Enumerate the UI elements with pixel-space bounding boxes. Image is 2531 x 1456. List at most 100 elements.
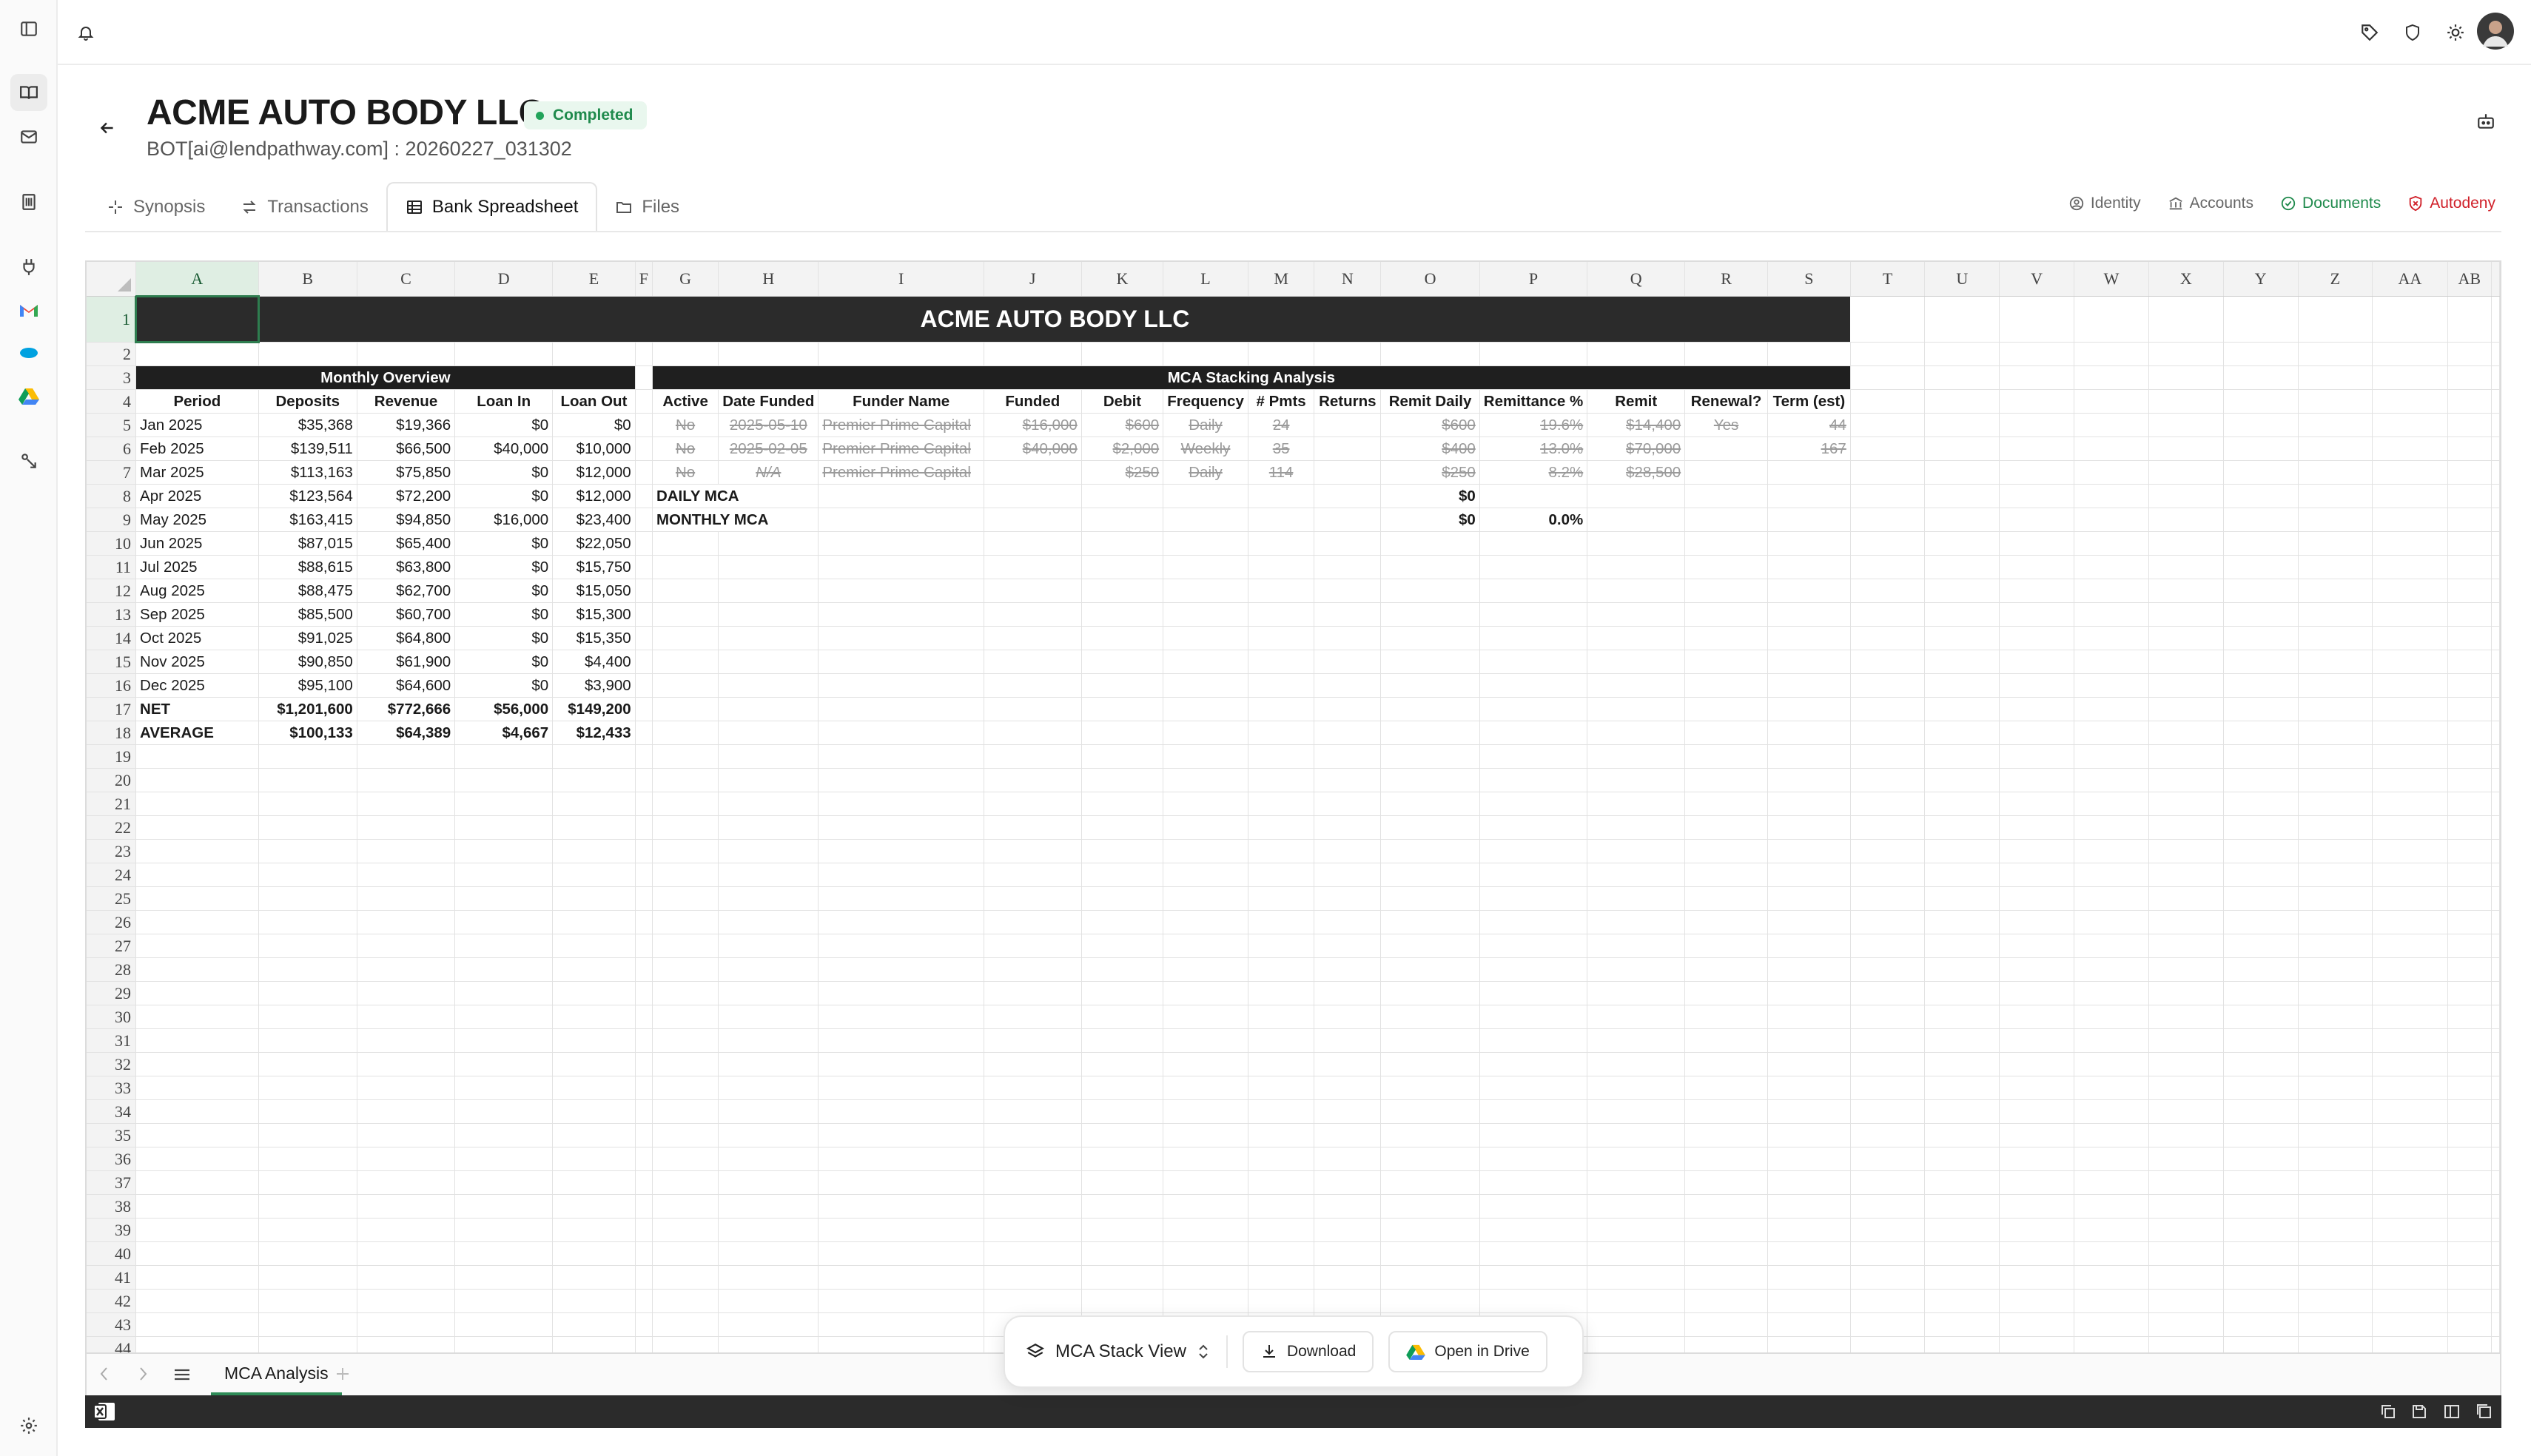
cell[interactable] bbox=[552, 1052, 636, 1076]
cell[interactable] bbox=[454, 744, 554, 769]
cell[interactable] bbox=[1850, 792, 1926, 816]
cell[interactable] bbox=[818, 839, 984, 863]
cell[interactable] bbox=[652, 815, 719, 840]
cell[interactable] bbox=[135, 1123, 259, 1147]
table-cell[interactable]: $64,800 bbox=[356, 625, 456, 650]
cell[interactable] bbox=[2148, 721, 2224, 745]
cell[interactable] bbox=[1924, 792, 2000, 816]
mca-cell[interactable] bbox=[818, 483, 984, 508]
mca-cell[interactable] bbox=[1314, 507, 1382, 532]
cell[interactable] bbox=[2148, 1218, 2224, 1242]
mca-cell[interactable] bbox=[1247, 507, 1315, 532]
cell[interactable] bbox=[1380, 1123, 1480, 1147]
cell[interactable] bbox=[258, 1170, 357, 1195]
cell[interactable] bbox=[1850, 1170, 1926, 1195]
table-cell[interactable]: $87,015 bbox=[258, 530, 357, 556]
cell[interactable] bbox=[718, 1336, 819, 1352]
row-header[interactable]: 40 bbox=[87, 1241, 137, 1266]
table-cell[interactable]: $90,850 bbox=[258, 649, 357, 674]
cell[interactable] bbox=[1850, 413, 1926, 437]
table-cell[interactable]: $88,615 bbox=[258, 554, 357, 579]
layout-icon[interactable] bbox=[2443, 1403, 2461, 1420]
accounts-link[interactable]: Accounts bbox=[2168, 195, 2253, 212]
cell[interactable] bbox=[2148, 863, 2224, 887]
cell[interactable] bbox=[1163, 1218, 1248, 1242]
cell[interactable] bbox=[454, 1052, 554, 1076]
cell[interactable] bbox=[818, 1194, 984, 1219]
cell[interactable] bbox=[2298, 1194, 2373, 1219]
cell[interactable] bbox=[1684, 1147, 1768, 1171]
cell[interactable] bbox=[635, 744, 653, 769]
cell[interactable] bbox=[1924, 508, 2000, 532]
cell[interactable] bbox=[552, 1099, 636, 1124]
cell[interactable] bbox=[635, 1289, 653, 1313]
cell[interactable] bbox=[1248, 673, 1315, 698]
table-header[interactable]: Revenue bbox=[356, 388, 456, 414]
cell[interactable] bbox=[357, 815, 456, 840]
cell[interactable] bbox=[984, 1028, 1082, 1053]
cell[interactable] bbox=[818, 1005, 984, 1029]
cell[interactable] bbox=[2447, 721, 2493, 745]
cell[interactable] bbox=[2074, 365, 2149, 390]
table-cell[interactable]: $94,850 bbox=[356, 507, 456, 532]
book-icon[interactable] bbox=[10, 74, 47, 111]
cell[interactable] bbox=[1767, 1218, 1851, 1242]
table-cell[interactable]: $15,350 bbox=[552, 625, 636, 650]
cell[interactable] bbox=[984, 863, 1082, 887]
cell[interactable] bbox=[1587, 1312, 1686, 1337]
cell[interactable] bbox=[2491, 768, 2500, 792]
cell[interactable] bbox=[2372, 1099, 2448, 1124]
cell[interactable] bbox=[2447, 1170, 2493, 1195]
cell[interactable] bbox=[635, 342, 653, 366]
cell[interactable] bbox=[357, 768, 456, 792]
cell[interactable] bbox=[2447, 1218, 2493, 1242]
cell[interactable] bbox=[718, 1147, 819, 1171]
row-header[interactable]: 35 bbox=[87, 1123, 137, 1147]
cell[interactable] bbox=[2223, 437, 2299, 461]
mca-cell[interactable]: Daily bbox=[1163, 412, 1248, 437]
cell[interactable] bbox=[2074, 768, 2149, 792]
row-header[interactable]: 22 bbox=[87, 815, 137, 840]
cell[interactable] bbox=[2298, 886, 2373, 911]
cell[interactable] bbox=[1380, 1170, 1480, 1195]
cell[interactable] bbox=[818, 1241, 984, 1266]
cell[interactable] bbox=[1767, 1076, 1851, 1100]
cell[interactable] bbox=[635, 1241, 653, 1266]
cell[interactable] bbox=[1999, 957, 2074, 982]
cell[interactable] bbox=[1999, 1052, 2074, 1076]
row-header[interactable]: 28 bbox=[87, 957, 137, 982]
cell[interactable] bbox=[357, 1194, 456, 1219]
cell[interactable] bbox=[2298, 1312, 2373, 1337]
cell[interactable] bbox=[2298, 981, 2373, 1005]
table-cell[interactable]: $0 bbox=[454, 673, 554, 698]
cell[interactable] bbox=[2447, 342, 2493, 366]
table-cell[interactable]: Mar 2025 bbox=[135, 459, 259, 485]
column-header-h[interactable]: H bbox=[718, 262, 819, 297]
row-header[interactable]: 6 bbox=[87, 437, 137, 461]
cell[interactable] bbox=[2223, 1123, 2299, 1147]
cell[interactable] bbox=[1081, 815, 1164, 840]
cell[interactable] bbox=[635, 1123, 653, 1147]
cell[interactable] bbox=[2372, 555, 2448, 579]
table-cell[interactable]: $0 bbox=[454, 412, 554, 437]
table-cell[interactable]: $0 bbox=[454, 530, 554, 556]
cell[interactable] bbox=[652, 744, 719, 769]
cell[interactable] bbox=[652, 1336, 719, 1352]
table-cell[interactable]: Jan 2025 bbox=[135, 412, 259, 437]
cell[interactable] bbox=[2223, 910, 2299, 934]
monthly-mca-value[interactable]: $0 bbox=[1380, 507, 1480, 532]
cell[interactable] bbox=[1081, 981, 1164, 1005]
cell[interactable] bbox=[135, 768, 259, 792]
cell[interactable] bbox=[1081, 1241, 1164, 1266]
cell[interactable] bbox=[1163, 673, 1248, 698]
cell[interactable] bbox=[357, 957, 456, 982]
daily-mca-value[interactable]: $0 bbox=[1380, 483, 1480, 508]
cell[interactable] bbox=[2491, 342, 2500, 366]
cell[interactable] bbox=[1850, 1289, 1926, 1313]
spreadsheet-grid[interactable]: A B C D E F G H I J K L M N O P Q R S T U V W X Y Z AA AB 1 ACME AUTO… bbox=[85, 260, 2501, 1354]
cell[interactable] bbox=[718, 1076, 819, 1100]
cell[interactable] bbox=[135, 957, 259, 982]
cell[interactable] bbox=[2372, 1123, 2448, 1147]
cell[interactable] bbox=[1479, 1123, 1588, 1147]
cell[interactable] bbox=[357, 934, 456, 958]
